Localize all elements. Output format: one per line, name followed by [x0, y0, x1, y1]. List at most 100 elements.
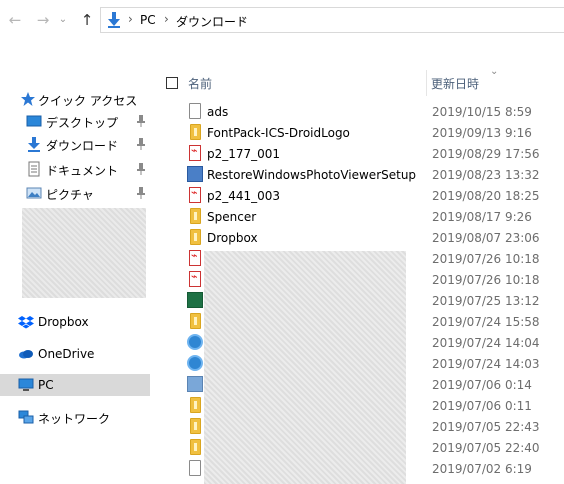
dropbox-icon: [18, 316, 34, 329]
redacted-file-names: [204, 251, 406, 484]
pin-icon[interactable]: [136, 162, 146, 176]
breadcrumb-separator[interactable]: ›: [128, 12, 133, 26]
zip-folder-icon: [190, 313, 201, 329]
zip-folder-icon: [190, 397, 201, 413]
pdf-icon: [189, 186, 201, 203]
pc-icon: [18, 378, 34, 391]
file-name: RestoreWindowsPhotoViewerSetup: [207, 168, 417, 182]
column-header-date-modified[interactable]: 更新日時: [431, 75, 479, 92]
ie-icon: [187, 334, 203, 350]
file-date: 2019/08/20 18:25: [432, 189, 540, 203]
image-icon: [187, 376, 203, 392]
file-date: 2019/08/23 13:32: [432, 168, 540, 182]
nav-item-label: ダウンロード: [46, 139, 119, 153]
pdf-icon: [189, 270, 201, 287]
pin-icon[interactable]: [136, 114, 146, 128]
file-date: 2019/07/26 10:18: [432, 252, 540, 266]
file-date: 2019/08/07 23:06: [432, 231, 540, 245]
nav-item-label: ネットワーク: [38, 412, 111, 426]
pdf-icon: [189, 249, 201, 266]
file-date: 2019/07/25 13:12: [432, 294, 540, 308]
file-name: p2_177_001: [207, 147, 281, 161]
download-location-icon: [108, 12, 120, 28]
file-date: 2019/07/06 0:14: [432, 378, 532, 392]
file-date: 2019/10/15 8:59: [432, 105, 532, 119]
breadcrumb-pc[interactable]: PC: [140, 13, 156, 27]
pin-icon[interactable]: [136, 137, 146, 151]
arrow-left-icon[interactable]: ←: [6, 10, 24, 30]
nav-item-quick-access[interactable]: クイック アクセス: [0, 88, 150, 110]
file-row[interactable]: Spencer 2019/08/17 9:26: [160, 206, 564, 227]
breadcrumb-downloads[interactable]: ダウンロード: [176, 13, 248, 30]
excel-icon: [187, 292, 203, 308]
column-header-name[interactable]: 名前: [188, 75, 212, 92]
file-date: 2019/07/26 10:18: [432, 273, 540, 287]
file-name: Spencer: [207, 210, 257, 224]
document-icon: [28, 161, 40, 177]
navigation-pane: クイック アクセス デスクトップ ダウンロード ドキュメント ピクチャ Drop…: [0, 68, 150, 484]
arrow-right-icon[interactable]: →: [34, 10, 52, 30]
file-date: 2019/07/06 0:11: [432, 399, 532, 413]
file-name: ads: [207, 105, 229, 119]
nav-item-label: クイック アクセス: [38, 94, 138, 108]
redacted-nav-items: [22, 208, 146, 298]
column-header-row: 名前 ⌄ 更新日時: [160, 66, 564, 96]
nav-item-label: ドキュメント: [46, 164, 119, 178]
file-row[interactable]: FontPack-ICS-DroidLogo 2019/09/13 9:16: [160, 122, 564, 143]
select-all-checkbox[interactable]: [166, 77, 178, 89]
zip-folder-icon: [190, 418, 201, 434]
nav-item-label: PC: [38, 378, 54, 392]
breadcrumb-separator[interactable]: ›: [241, 12, 246, 26]
file-date: 2019/07/24 14:04: [432, 336, 540, 350]
nav-item-network[interactable]: ネットワーク: [0, 406, 150, 428]
file-name: p2_441_003: [207, 189, 281, 203]
arrow-up-icon[interactable]: ↑: [78, 10, 96, 30]
nav-item-documents[interactable]: ドキュメント: [0, 158, 150, 180]
zip-folder-icon: [190, 124, 201, 140]
file-date: 2019/07/05 22:43: [432, 420, 540, 434]
file-date: 2019/08/29 17:56: [432, 147, 540, 161]
file-icon: [189, 103, 201, 119]
nav-item-onedrive[interactable]: OneDrive: [0, 343, 150, 365]
pictures-icon: [26, 187, 42, 199]
column-divider[interactable]: [426, 70, 427, 96]
file-row[interactable]: Dropbox 2019/08/07 23:06: [160, 227, 564, 248]
chevron-down-icon[interactable]: ⌄: [58, 10, 68, 30]
file-date: 2019/07/24 14:03: [432, 357, 540, 371]
nav-item-desktop[interactable]: デスクトップ: [0, 110, 150, 132]
star-icon: [21, 92, 35, 106]
file-date: 2019/08/17 9:26: [432, 210, 532, 224]
pin-icon[interactable]: [136, 186, 146, 200]
pdf-icon: [189, 144, 201, 161]
nav-item-label: デスクトップ: [46, 116, 119, 130]
nav-item-downloads[interactable]: ダウンロード: [0, 133, 150, 155]
file-row[interactable]: ads 2019/10/15 8:59: [160, 101, 564, 122]
nav-item-pc[interactable]: PC: [0, 374, 150, 396]
file-name: FontPack-ICS-DroidLogo: [207, 126, 350, 140]
file-date: 2019/09/13 9:16: [432, 126, 532, 140]
zip-folder-icon: [190, 208, 201, 224]
file-date: 2019/07/05 22:40: [432, 441, 540, 455]
nav-item-label: OneDrive: [38, 347, 95, 361]
nav-item-pictures[interactable]: ピクチャ: [0, 182, 150, 204]
file-row[interactable]: RestoreWindowsPhotoViewerSetup 2019/08/2…: [160, 164, 564, 185]
file-row[interactable]: p2_177_001 2019/08/29 17:56: [160, 143, 564, 164]
file-date: 2019/07/02 6:19: [432, 462, 532, 476]
sort-caret-icon: ⌄: [490, 66, 499, 77]
onedrive-icon: [19, 350, 33, 359]
download-icon: [28, 137, 40, 152]
address-toolbar: ← → ⌄ ↑ › PC › ダウンロード ›: [0, 0, 564, 40]
desktop-icon: [26, 115, 42, 127]
file-row[interactable]: p2_441_003 2019/08/20 18:25: [160, 185, 564, 206]
installer-icon: [187, 166, 203, 182]
breadcrumb-separator[interactable]: ›: [164, 12, 169, 26]
file-date: 2019/07/24 15:58: [432, 315, 540, 329]
address-bar[interactable]: › PC › ダウンロード ›: [100, 7, 564, 33]
nav-item-label: Dropbox: [38, 315, 89, 329]
file-icon: [189, 460, 201, 476]
nav-item-label: ピクチャ: [46, 188, 94, 202]
nav-item-dropbox[interactable]: Dropbox: [0, 311, 150, 333]
network-icon: [18, 410, 34, 424]
zip-folder-icon: [190, 439, 201, 455]
ie-icon: [187, 355, 203, 371]
